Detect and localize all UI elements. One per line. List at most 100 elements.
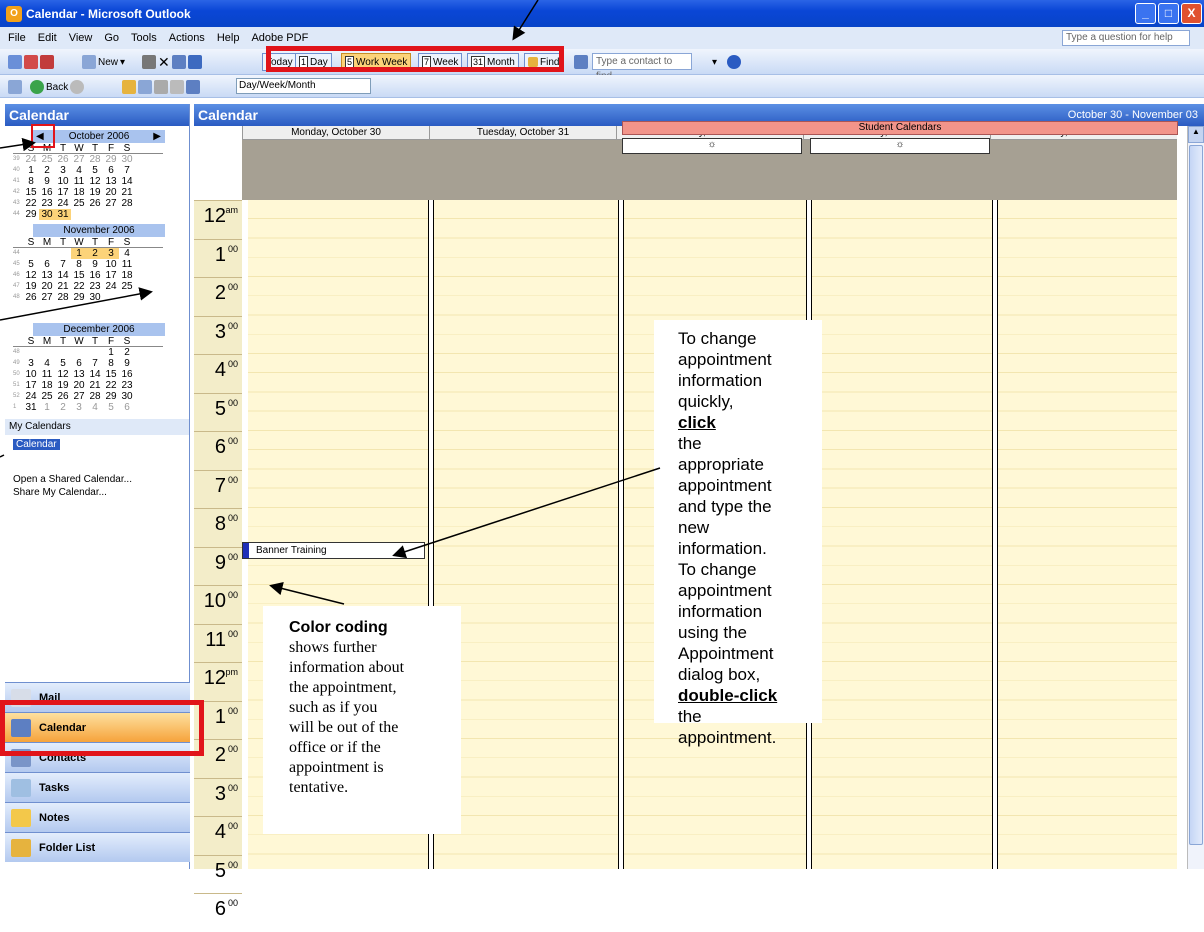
address-book-small-icon[interactable]	[574, 55, 588, 69]
share-my-calendar-link[interactable]: Share My Calendar...	[5, 486, 189, 499]
folder-up-icon[interactable]	[122, 80, 136, 94]
date-cell[interactable]: 2	[87, 248, 103, 259]
today-button[interactable]: Today	[262, 53, 297, 71]
date-cell[interactable]: 6	[71, 358, 87, 369]
date-cell[interactable]: 5	[87, 165, 103, 176]
reply-icon[interactable]	[24, 55, 38, 69]
date-cell[interactable]: 6	[119, 402, 135, 413]
send-receive-icon[interactable]	[8, 55, 22, 69]
nav-contacts-button[interactable]: Contacts	[5, 742, 190, 772]
date-cell[interactable]: 28	[87, 154, 103, 165]
new-button[interactable]: New ▾	[82, 53, 125, 71]
date-cell[interactable]: 24	[103, 281, 119, 292]
date-cell[interactable]: 11	[71, 176, 87, 187]
find-contact-input[interactable]: Type a contact to find	[592, 53, 692, 82]
date-cell[interactable]: 21	[119, 187, 135, 198]
date-cell[interactable]: 7	[119, 165, 135, 176]
student-calendars-event[interactable]: Student Calendars	[622, 121, 1178, 135]
date-cell[interactable]: 24	[23, 391, 39, 402]
nav-folder-list-button[interactable]: Folder List	[5, 832, 190, 862]
date-cell[interactable]: 31	[55, 209, 71, 220]
date-cell[interactable]: 1	[23, 165, 39, 176]
date-cell[interactable]: 20	[103, 187, 119, 198]
reading-pane-icon[interactable]	[138, 80, 152, 94]
date-cell[interactable]: 5	[55, 358, 71, 369]
date-cell[interactable]: 30	[119, 154, 135, 165]
date-cell[interactable]: 13	[71, 369, 87, 380]
date-cell[interactable]: 22	[23, 198, 39, 209]
date-cell[interactable]: 2	[55, 402, 71, 413]
date-cell[interactable]: 7	[87, 358, 103, 369]
date-cell[interactable]: 13	[39, 270, 55, 281]
print-icon[interactable]	[142, 55, 156, 69]
date-cell[interactable]: 21	[87, 380, 103, 391]
date-cell[interactable]: 18	[71, 187, 87, 198]
date-cell[interactable]: 6	[103, 165, 119, 176]
date-cell[interactable]: 23	[87, 281, 103, 292]
date-cell[interactable]: 30	[119, 391, 135, 402]
nav-notes-button[interactable]: Notes	[5, 802, 190, 832]
find-button[interactable]: Find	[524, 53, 564, 71]
chevron-down-icon[interactable]: ▾	[712, 57, 717, 68]
date-cell[interactable]: 18	[119, 270, 135, 281]
forward-icon[interactable]	[40, 55, 54, 69]
help-search-input[interactable]: Type a question for help	[1062, 30, 1190, 46]
date-cell[interactable]: 28	[119, 198, 135, 209]
tentative-event[interactable]: ☼	[810, 138, 990, 154]
date-cell[interactable]: 3	[23, 358, 39, 369]
date-cell[interactable]: 4	[71, 165, 87, 176]
day-view-button[interactable]: 1 Day	[295, 53, 332, 71]
address-book-icon[interactable]	[187, 55, 202, 69]
date-cell[interactable]: 4	[119, 248, 135, 259]
date-cell[interactable]: 31	[23, 402, 39, 413]
date-cell[interactable]: 5	[103, 402, 119, 413]
menu-help[interactable]: Help	[217, 32, 240, 44]
date-cell[interactable]: 3	[103, 248, 119, 259]
menu-view[interactable]: View	[69, 32, 93, 44]
date-cell[interactable]: 15	[71, 270, 87, 281]
menu-edit[interactable]: Edit	[38, 32, 57, 44]
prev-month-icon[interactable]: ◀	[36, 130, 44, 143]
date-cell[interactable]: 12	[23, 270, 39, 281]
date-cell[interactable]: 1	[39, 402, 55, 413]
date-cell[interactable]: 30	[39, 209, 55, 220]
date-cell[interactable]: 25	[39, 391, 55, 402]
date-cell[interactable]: 18	[39, 380, 55, 391]
date-cell[interactable]: 9	[39, 176, 55, 187]
date-cell[interactable]: 24	[55, 198, 71, 209]
date-cell[interactable]: 30	[87, 292, 103, 303]
vertical-scrollbar[interactable]: ▲	[1187, 126, 1204, 869]
date-cell[interactable]: 9	[87, 259, 103, 270]
month-view-button[interactable]: 31 Month	[467, 53, 519, 71]
date-cell[interactable]: 15	[23, 187, 39, 198]
date-cell[interactable]: 27	[103, 198, 119, 209]
date-cell[interactable]: 29	[71, 292, 87, 303]
date-cell[interactable]: 29	[23, 209, 39, 220]
date-cell[interactable]: 4	[87, 402, 103, 413]
date-cell[interactable]: 28	[87, 391, 103, 402]
menu-tools[interactable]: Tools	[131, 32, 157, 44]
date-cell[interactable]: 2	[119, 347, 135, 358]
current-view-select[interactable]: Day/Week/Month	[236, 78, 371, 94]
date-cell[interactable]: 7	[55, 259, 71, 270]
date-cell[interactable]: 28	[55, 292, 71, 303]
date-cell[interactable]: 12	[55, 369, 71, 380]
view-icon[interactable]	[186, 80, 200, 94]
date-cell[interactable]: 10	[23, 369, 39, 380]
next-month-icon[interactable]: ▶	[153, 130, 161, 143]
close-button[interactable]: X	[1181, 3, 1202, 24]
date-cell[interactable]: 22	[71, 281, 87, 292]
date-cell[interactable]: 25	[71, 198, 87, 209]
back-button[interactable]: Back	[30, 78, 85, 96]
date-cell[interactable]: 26	[23, 292, 39, 303]
date-cell[interactable]: 26	[87, 198, 103, 209]
date-cell[interactable]: 21	[55, 281, 71, 292]
date-cell[interactable]: 17	[55, 187, 71, 198]
date-cell[interactable]: 17	[103, 270, 119, 281]
date-cell[interactable]: 10	[103, 259, 119, 270]
date-cell[interactable]: 19	[87, 187, 103, 198]
date-cell[interactable]: 27	[39, 292, 55, 303]
date-cell[interactable]: 27	[71, 154, 87, 165]
date-cell[interactable]: 11	[39, 369, 55, 380]
date-cell[interactable]: 20	[71, 380, 87, 391]
